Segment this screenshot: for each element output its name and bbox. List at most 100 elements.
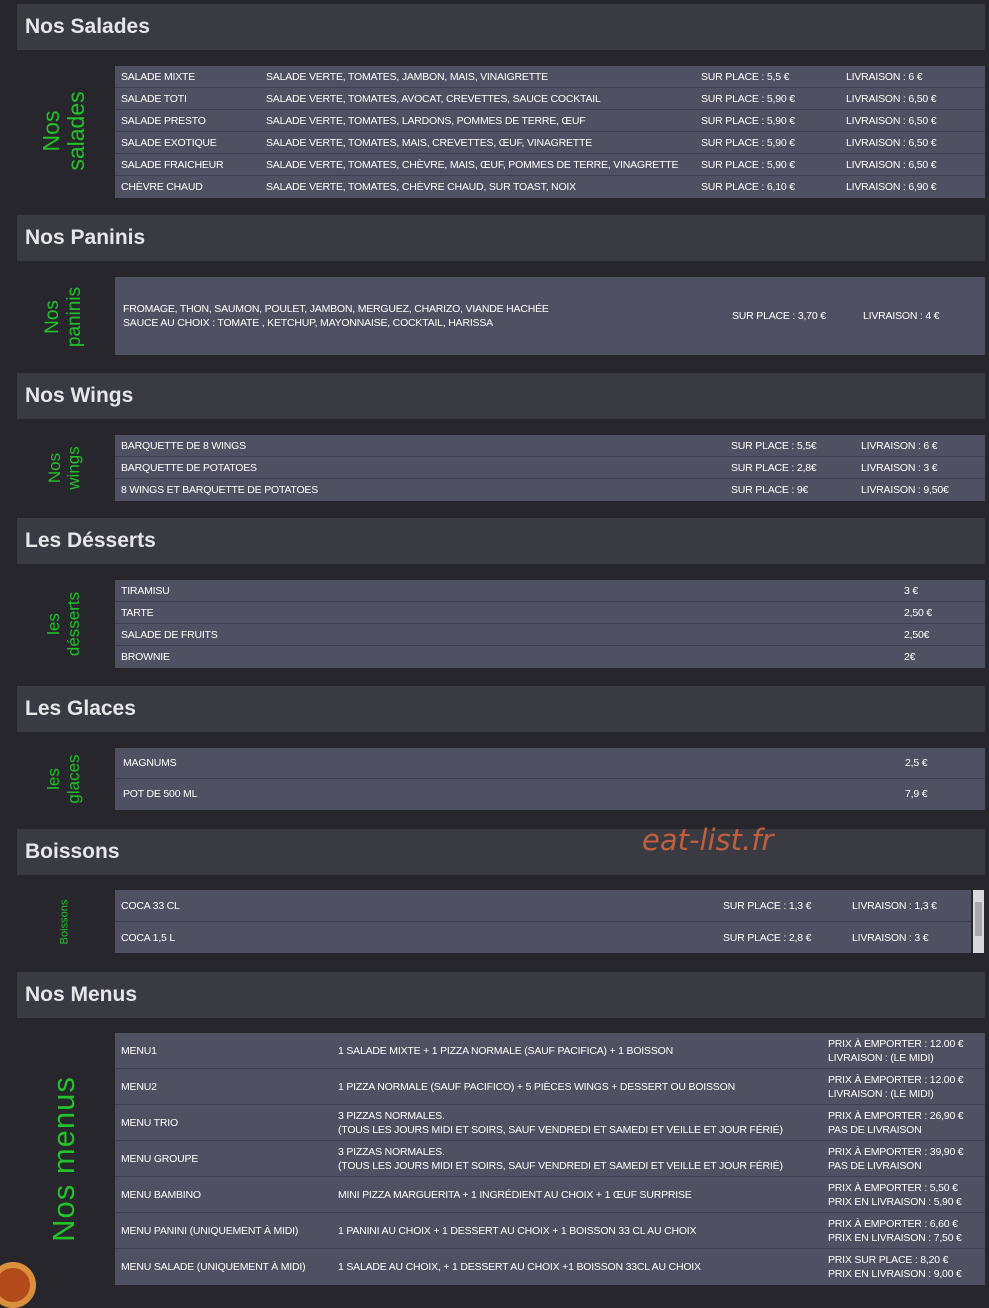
salade-price-place: SUR PLACE : 6,10 € — [701, 181, 795, 193]
salade-name: SALADE PRESTO — [121, 115, 206, 127]
boissons-side-label: Boissons — [57, 899, 70, 945]
menu-description-line-2: (TOUS LES JOURS MIDI ET SOIRS, SAUF VEND… — [338, 1124, 783, 1136]
glaces-side-label-box: les glaces — [24, 748, 104, 810]
salade-row: SALADE EXOTIQUE SALADE VERTE, TOMATES, MA… — [115, 132, 985, 154]
menu-name: MENU GROUPE — [121, 1153, 199, 1165]
menus-side-label-box: Nos menus — [24, 1033, 104, 1285]
menu-description-line-1: 1 PIZZA NORMALE (SAUF PACIFICO) + 5 PIÈC… — [338, 1081, 735, 1093]
salade-name: SALADE TOTI — [121, 93, 187, 105]
paninis-ingredients: FROMAGE, THON, SAUMON, POULET, JAMBON, M… — [123, 302, 549, 330]
wings-panel: BARQUETTE DE 8 WINGS SUR PLACE : 5,5€ LIVR… — [115, 435, 985, 501]
salade-name: SALADE MIXTE — [121, 71, 196, 83]
menu-price-livraison: LIVRAISON : (LE MIDI) — [828, 1088, 934, 1100]
menu-description: 1 SALADE MIXTE + 1 PIZZA NORMALE (SAUF P… — [338, 1044, 673, 1058]
menu-description-line-1: 3 PIZZAS NORMALES. — [338, 1146, 445, 1158]
paninis-title: Nos Paninis — [25, 226, 146, 249]
salade-price-place: SUR PLACE : 5,90 € — [701, 115, 795, 127]
salade-price-place: SUR PLACE : 5,5 € — [701, 71, 790, 83]
salade-description: SALADE VERTE, TOMATES, CHÈVRE, MAIS, ŒUF… — [266, 159, 679, 171]
dessert-name: TARTE — [121, 607, 154, 619]
boisson-name: COCA 1,5 L — [121, 932, 176, 944]
menu-prices: PRIX À EMPORTER : 5,50 € PRIX EN LIVRAISO… — [828, 1181, 962, 1209]
wings-row: 8 WINGS ET BARQUETTE DE POTATOES SUR PLAC… — [115, 479, 985, 500]
salade-price-livraison: LIVRAISON : 6,50 € — [846, 137, 937, 149]
wings-price-livraison: LIVRAISON : 3 € — [861, 462, 938, 474]
wings-name: 8 WINGS ET BARQUETTE DE POTATOES — [121, 484, 319, 496]
salade-price-livraison: LIVRAISON : 6,50 € — [846, 159, 937, 171]
menu-price-emporter: PRIX À EMPORTER : 5,50 € — [828, 1182, 958, 1194]
menu-prices: PRIX SUR PLACE : 8,20 € PRIX EN LIVRAISON… — [828, 1253, 962, 1281]
boisson-price-place: SUR PLACE : 1,3 € — [723, 900, 812, 912]
menu-name: MENU BAMBINO — [121, 1189, 201, 1201]
wings-side-label-box: Nos wings — [24, 434, 104, 502]
boisson-row: COCA 33 CL SUR PLACE : 1,3 € LIVRAISON : 1… — [115, 890, 971, 922]
menu-description-line-1: 3 PIZZAS NORMALES. — [338, 1110, 445, 1122]
menu-prices: PRIX À EMPORTER : 39,90 € PAS DE LIVRAISO… — [828, 1145, 964, 1173]
dessert-name: TIRAMISU — [121, 585, 170, 597]
glace-row: POT DE 500 ML 7,9 € — [115, 779, 985, 809]
glaces-header: Les Glaces — [17, 686, 985, 732]
salades-side-label: Nos salades — [38, 91, 89, 171]
menu-description: 1 PANINI AU CHOIX + 1 DESSERT AU CHOIX +… — [338, 1224, 697, 1238]
menu-prices: PRIX À EMPORTER : 12.00 € LIVRAISON : (LE… — [828, 1037, 964, 1065]
salades-side-label-box: Nos salades — [24, 64, 104, 198]
boissons-panel: COCA 33 CL SUR PLACE : 1,3 € LIVRAISON : 1… — [115, 890, 971, 953]
boissons-scrollbar[interactable] — [973, 890, 984, 953]
wings-price-place: SUR PLACE : 2,8€ — [731, 462, 817, 474]
glaces-panel: MAGNUMS 2,5 € POT DE 500 ML 7,9 € — [115, 748, 985, 810]
dessert-row: BROWNIE 2€ — [115, 646, 985, 667]
menu-description-line-1: 1 SALADE AU CHOIX, + 1 DESSERT AU CHOIX … — [338, 1261, 701, 1273]
desserts-side-label: les désserts — [44, 591, 83, 657]
salade-description: SALADE VERTE, TOMATES, AVOCAT, CREVETTES… — [266, 93, 601, 105]
wings-row: BARQUETTE DE POTATOES SUR PLACE : 2,8€ LIV… — [115, 457, 985, 479]
glaces-title: Les Glaces — [25, 697, 136, 720]
paninis-line-1: FROMAGE, THON, SAUMON, POULET, JAMBON, M… — [123, 303, 549, 315]
menu-description-line-1: MINI PIZZA MARGUERITA + 1 INGRÉDIENT AU … — [338, 1189, 692, 1201]
menu-price-livraison: PRIX EN LIVRAISON : 5,90 € — [828, 1196, 962, 1208]
dessert-price: 2,50€ — [904, 629, 930, 641]
wings-header: Nos Wings — [17, 373, 985, 419]
wings-name: BARQUETTE DE POTATOES — [121, 462, 257, 474]
menu-name: MENU2 — [121, 1081, 157, 1093]
dessert-price: 2€ — [904, 651, 916, 663]
salades-title: Nos Salades — [25, 15, 150, 38]
paninis-side-label-box: Nos paninis — [24, 277, 104, 357]
paninis-price-livraison: LIVRAISON : 4 € — [863, 310, 940, 322]
wings-price-place: SUR PLACE : 9€ — [731, 484, 809, 496]
salade-row: CHÈVRE CHAUD SALADE VERTE, TOMATES, CHÈVR… — [115, 176, 985, 197]
menu-name: MENU SALADE (UNIQUEMENT À MIDI) — [121, 1261, 306, 1273]
scrollbar-thumb[interactable] — [975, 902, 982, 936]
salade-row: SALADE FRAICHEUR SALADE VERTE, TOMATES, C… — [115, 154, 985, 176]
wings-side-label: Nos wings — [45, 446, 83, 490]
salade-row: SALADE MIXTE SALADE VERTE, TOMATES, JAMBO… — [115, 66, 985, 88]
menu-prices: PRIX À EMPORTER : 6,60 € PRIX EN LIVRAISO… — [828, 1217, 962, 1245]
dessert-price: 2,50 € — [904, 607, 932, 619]
boisson-name: COCA 33 CL — [121, 900, 180, 912]
glace-row: MAGNUMS 2,5 € — [115, 748, 985, 779]
desserts-panel: TIRAMISU 3 € TARTE 2,50 € SALADE DE FRUITS 2,… — [115, 580, 985, 668]
salade-description: SALADE VERTE, TOMATES, LARDONS, POMMES D… — [266, 115, 586, 127]
paninis-panel: FROMAGE, THON, SAUMON, POULET, JAMBON, M… — [115, 277, 985, 355]
menu-price-livraison: PRIX EN LIVRAISON : 7,50 € — [828, 1232, 962, 1244]
menu-prices: PRIX À EMPORTER : 26,90 € PAS DE LIVRAISO… — [828, 1109, 964, 1137]
menu-price-emporter: PRIX À EMPORTER : 26,90 € — [828, 1110, 964, 1122]
wings-price-livraison: LIVRAISON : 9,50€ — [861, 484, 949, 496]
menu-description: 1 SALADE AU CHOIX, + 1 DESSERT AU CHOIX … — [338, 1260, 701, 1274]
paninis-side-label: Nos paninis — [42, 286, 85, 348]
paninis-price-place: SUR PLACE : 3,70 € — [732, 310, 826, 322]
menu-prices: PRIX À EMPORTER : 12.00 € LIVRAISON : (LE… — [828, 1073, 964, 1101]
menu-price-emporter: PRIX À EMPORTER : 12.00 € — [828, 1074, 964, 1086]
dessert-name: SALADE DE FRUITS — [121, 629, 218, 641]
menu-description-line-2: (TOUS LES JOURS MIDI ET SOIRS, SAUF VEND… — [338, 1160, 783, 1172]
menu-price-emporter: PRIX À EMPORTER : 6,60 € — [828, 1218, 958, 1230]
glace-name: POT DE 500 ML — [123, 788, 198, 800]
salade-price-place: SUR PLACE : 5,90 € — [701, 159, 795, 171]
glace-price: 7,9 € — [905, 788, 928, 800]
menu-description: MINI PIZZA MARGUERITA + 1 INGRÉDIENT AU … — [338, 1188, 692, 1202]
menu-price-emporter: PRIX SUR PLACE : 8,20 € — [828, 1254, 949, 1266]
salade-row: SALADE PRESTO SALADE VERTE, TOMATES, LARD… — [115, 110, 985, 132]
dessert-row: TIRAMISU 3 € — [115, 580, 985, 602]
salade-price-livraison: LIVRAISON : 6,50 € — [846, 93, 937, 105]
paninis-header: Nos Paninis — [17, 215, 985, 261]
menu-row: MENU1 1 SALADE MIXTE + 1 PIZZA NORMALE (S… — [115, 1033, 985, 1069]
